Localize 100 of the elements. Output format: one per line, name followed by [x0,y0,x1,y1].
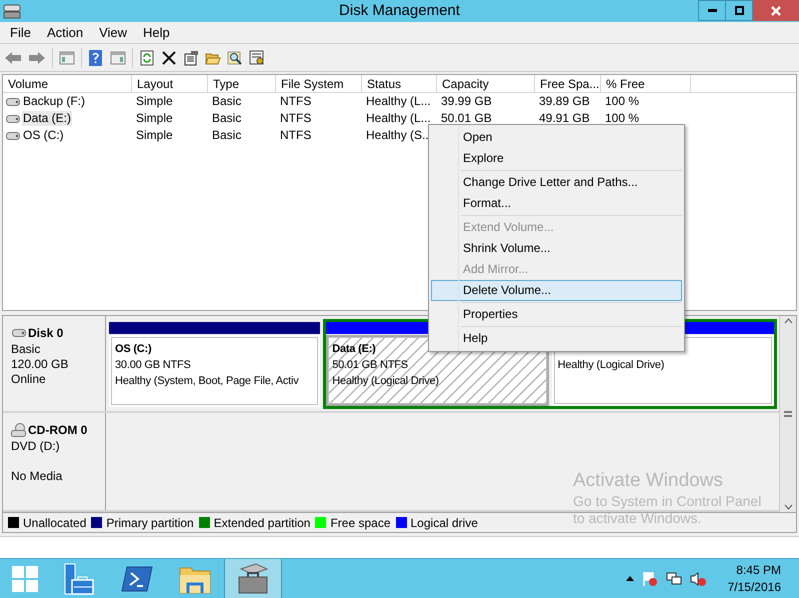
column-header[interactable]: Free Spa... [535,75,601,92]
minimize-button[interactable] [698,0,726,21]
table-cell: Healthy (L... [365,94,432,109]
disk-info: DVD (D:) [11,439,61,454]
legend-label: Unallocated [23,514,86,532]
table-cell: NTFS [279,111,312,126]
disk-name: CD-ROM 0 [28,422,88,439]
activation-text: to activate Windows. [573,510,702,528]
forward-icon[interactable] [28,50,46,66]
flag-error-icon[interactable] [642,570,658,586]
close-icon [771,6,781,16]
menu-bar-item[interactable]: View [92,22,134,42]
menu-bar-item[interactable]: File [3,22,38,42]
legend-label: Logical drive [410,514,478,532]
app-icon[interactable] [3,3,21,19]
disk-info: 120.00 GB [11,357,70,372]
server-icon [62,562,96,594]
table-cell: Healthy (S.. [365,128,430,143]
clock-date[interactable]: 7/15/2016 [728,578,781,596]
table-cell[interactable]: OS (C:) [22,128,65,143]
partition-status: Healthy (System, Boot, Page File, Activ [115,374,300,389]
legend-label: Primary partition [106,514,194,532]
table-cell: 39.89 GB [538,94,591,109]
partition-status: Healthy (Logical Drive) [332,374,440,389]
close-button[interactable] [753,0,799,21]
scrollbar[interactable] [779,316,796,512]
partition-status: Healthy (Logical Drive) [558,358,666,373]
table-cell: 49.91 GB [538,111,591,126]
column-header[interactable]: File System [276,75,362,92]
drive-icon [11,329,27,337]
table-cell: Simple [135,111,174,126]
menu-bar-item[interactable]: Help [136,22,177,42]
menu-item[interactable]: Format... [431,193,682,214]
activation-text: Go to System in Control Panel [573,492,762,510]
table-cell: 50.01 GB [440,111,493,126]
table-cell: Healthy (L... [365,111,432,126]
clock-time[interactable]: 8:45 PM [736,562,781,578]
minimize-icon [708,9,716,12]
cd-drive-icon [11,423,27,437]
refresh-icon[interactable] [139,50,155,66]
table-cell: NTFS [279,94,312,109]
settings-icon[interactable] [249,50,265,66]
menu-item[interactable]: Change Drive Letter and Paths... [431,172,682,193]
column-header[interactable]: Status [362,75,437,92]
scroll-down-icon[interactable] [784,504,792,510]
partition-block[interactable]: OS (C:) 30.00 GB NTFS Healthy (System, Boot, Page File, Activ [109,335,320,407]
disk-info: Online [11,372,47,387]
show-hidden-icon[interactable] [626,576,634,581]
partition-size: 50.01 GB NTFS [332,358,409,373]
action-pane-icon[interactable] [110,50,126,66]
search-icon[interactable] [227,50,243,66]
disk-info: No Media [11,469,64,484]
disk-info: Basic [11,342,42,357]
back-icon[interactable] [4,50,22,66]
menu-item[interactable]: Shrink Volume... [431,238,682,259]
speaker-muted-icon[interactable] [690,570,706,586]
help-icon[interactable] [88,50,104,66]
scroll-grip-icon[interactable] [784,411,792,417]
delete-icon[interactable] [161,50,177,66]
toolbox-drive-icon [236,562,270,594]
scroll-up-icon[interactable] [784,318,792,324]
table-cell: 39.99 GB [440,94,493,109]
partition-size: 30.00 GB NTFS [115,358,192,373]
column-header[interactable]: Capacity [437,75,535,92]
table-cell: Basic [211,128,242,143]
disk-name: Disk 0 [28,325,64,342]
drive-icon [6,114,20,122]
legend-label: Extended partition [214,514,310,532]
table-cell: Simple [135,128,174,143]
menu-bar-item[interactable]: Action [40,22,90,42]
menu-item[interactable]: Delete Volume... [431,280,682,301]
column-header[interactable]: Layout [132,75,208,92]
properties-icon[interactable] [183,50,199,66]
table-cell: Basic [211,111,242,126]
disk-label-panel[interactable]: CD-ROM 0 DVD (D:) No Media [3,413,106,510]
windows-logo-icon [11,564,39,592]
partition-title: OS (C:) [115,342,152,357]
network-icon[interactable] [666,570,682,586]
taskbar-button[interactable] [224,559,282,598]
drive-icon [6,132,20,140]
table-cell: Simple [135,94,174,109]
activation-title: Activate Windows [573,469,724,493]
menu-item[interactable]: Properties [431,304,682,325]
legend-label: Free space [330,514,390,532]
terminal-icon [121,564,153,592]
menu-item[interactable]: Explore [431,148,682,169]
menu-item[interactable]: Open [431,127,682,148]
table-cell: 100 % [604,111,640,126]
restore-icon [734,6,744,15]
table-cell[interactable]: Data (E:) [22,111,72,126]
console-tree-icon[interactable] [59,50,75,66]
column-header[interactable]: Type [208,75,276,92]
drive-icon [6,98,20,106]
window-title: Disk Management [338,0,461,21]
column-header[interactable]: % Free [601,75,691,92]
table-cell[interactable]: Backup (F:) [22,94,86,109]
disk-label-panel[interactable]: Disk 0 Basic 120.00 GB Online [3,316,106,411]
table-cell: Basic [211,94,242,109]
partition-title: Data (E:) [332,342,377,357]
column-header[interactable]: Volume [3,75,132,92]
